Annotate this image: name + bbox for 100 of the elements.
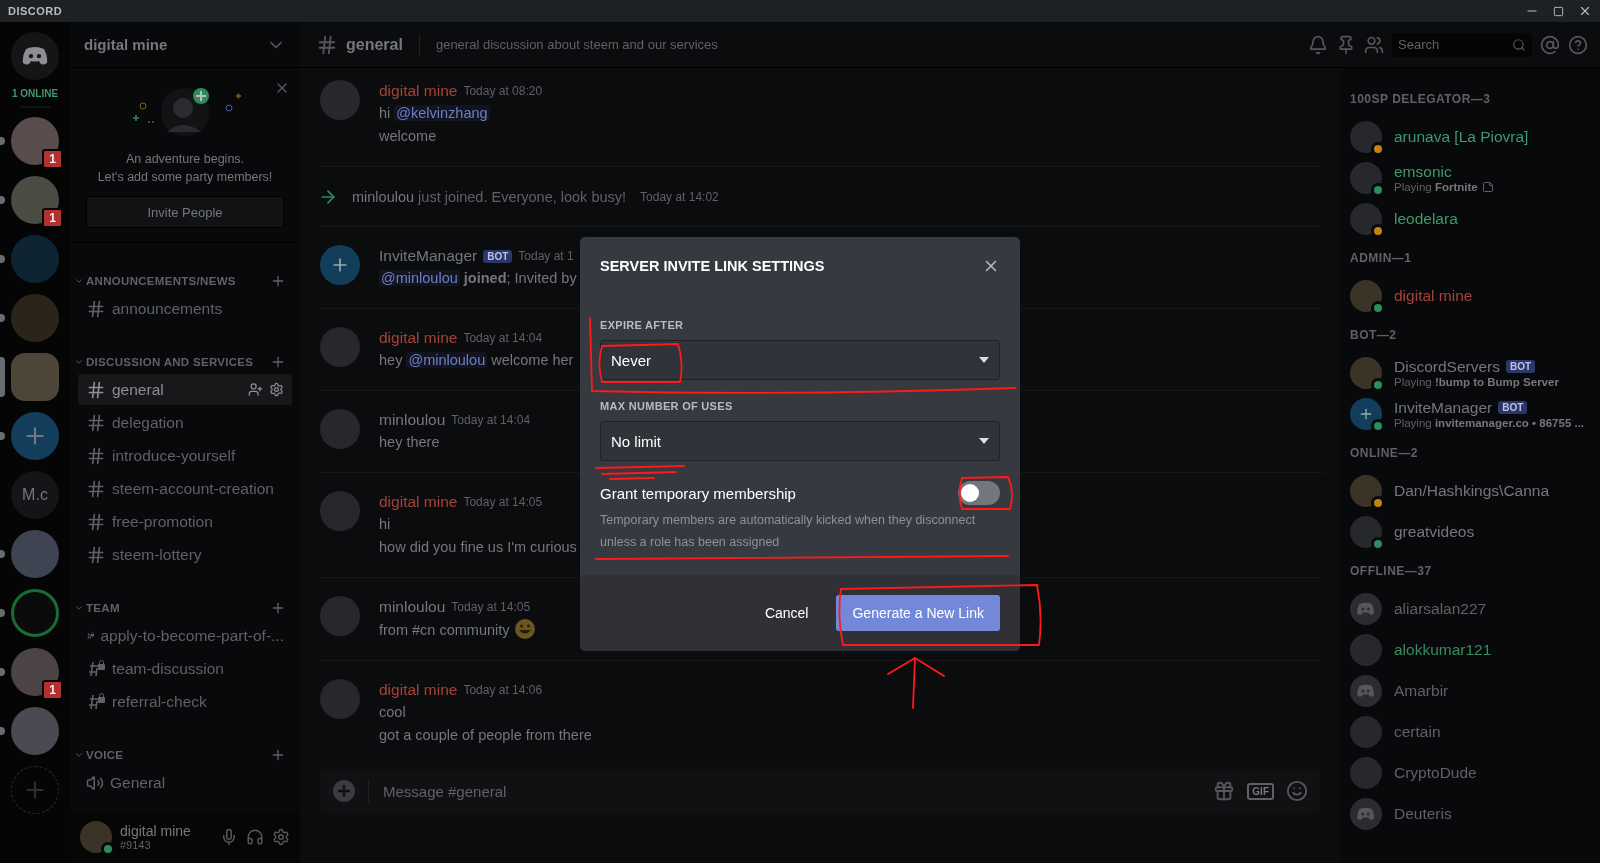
add-channel-icon[interactable] [270, 273, 286, 289]
add-channel-icon[interactable] [270, 354, 286, 370]
mention-icon[interactable] [1540, 34, 1560, 55]
channel-item[interactable]: General [78, 767, 292, 798]
gift-icon[interactable] [1213, 780, 1236, 802]
message-author[interactable]: digital mine [379, 82, 458, 100]
channel-item[interactable]: introduce-yourself [78, 440, 292, 471]
server-icon[interactable] [11, 589, 59, 637]
photo-placeholder [1350, 715, 1382, 748]
search-field[interactable]: Search [1392, 32, 1532, 57]
channel-item[interactable]: team-discussion [78, 653, 292, 684]
member-name[interactable]: leodelara [1394, 209, 1458, 228]
message-text: @minloulou joined; Invited by [379, 269, 577, 288]
message-input[interactable]: Message #general [368, 779, 1202, 803]
gif-button[interactable]: GIF [1247, 782, 1274, 800]
server-name[interactable]: digital mine [84, 36, 168, 53]
member-name[interactable]: digital mine [1394, 286, 1473, 305]
member-name[interactable]: emsonic [1394, 162, 1452, 181]
channel-item[interactable]: steem-lottery [78, 539, 292, 570]
server-icon[interactable]: M.c [11, 471, 59, 519]
close-icon[interactable] [1578, 4, 1592, 18]
channel-item[interactable]: delegation [78, 407, 292, 438]
member-name[interactable]: InviteManager [1394, 398, 1493, 417]
server-icon[interactable] [11, 648, 59, 696]
dropdown-select[interactable]: No limit [600, 421, 1000, 461]
server-icon[interactable] [11, 353, 59, 401]
hash-icon [86, 412, 106, 433]
mention-count: 1 [42, 680, 63, 700]
server-icon[interactable] [11, 707, 59, 755]
message-text: hey @minloulou welcome her [379, 351, 574, 370]
member-name[interactable]: greatvideos [1394, 522, 1475, 541]
membership-toggle[interactable] [958, 481, 1000, 505]
photo-placeholder [320, 327, 360, 367]
invite-people-button[interactable]: Invite People [86, 196, 284, 228]
locked-hash-icon [86, 691, 106, 712]
server-icon[interactable] [11, 412, 59, 460]
member-name[interactable]: Amarbir [1394, 681, 1449, 700]
server-icon[interactable] [11, 530, 59, 578]
channel-item[interactable]: apply-to-become-part-of-... [78, 620, 292, 651]
server-icon[interactable] [11, 176, 59, 224]
message-author[interactable]: minloulou [379, 411, 446, 429]
message-author[interactable]: InviteManager [379, 247, 478, 265]
add-channel-icon[interactable] [270, 747, 286, 763]
hash-icon [86, 379, 106, 400]
chevron-down-icon[interactable] [74, 276, 84, 286]
headphones-icon[interactable] [246, 828, 264, 846]
message-author[interactable]: digital mine [379, 681, 458, 699]
bell-icon[interactable] [1308, 34, 1328, 55]
home-button[interactable] [11, 32, 59, 80]
settings-icon[interactable] [269, 382, 284, 397]
chevron-down-icon[interactable] [74, 357, 84, 367]
mention-link[interactable]: @minloulou [379, 270, 460, 286]
channel-item[interactable]: referral-check [78, 686, 292, 717]
settings-icon[interactable] [272, 828, 290, 846]
channel-item[interactable]: steem-account-creation [78, 473, 292, 504]
maximize-icon[interactable] [1553, 5, 1564, 17]
chevron-down-icon[interactable] [74, 603, 84, 613]
category-name[interactable]: DISCUSSION AND SERVICES [86, 356, 270, 368]
emoji-icon[interactable] [1286, 780, 1308, 802]
add-channel-icon[interactable] [270, 600, 286, 616]
help-icon[interactable] [1568, 34, 1588, 55]
server-icon[interactable] [11, 117, 59, 165]
category-name[interactable]: VOICE [86, 749, 270, 761]
message-author[interactable]: digital mine [379, 329, 458, 347]
member-name[interactable]: alokkumar121 [1394, 640, 1492, 659]
category-name[interactable]: ANNOUNCEMENTS/NEWS [86, 275, 270, 287]
member-name[interactable]: CryptoDude [1394, 763, 1477, 782]
chevron-down-icon[interactable] [74, 750, 84, 760]
invite-icon[interactable] [248, 382, 263, 397]
category-name[interactable]: TEAM [86, 602, 270, 614]
mention-link[interactable]: @kelvinzhang [394, 105, 490, 121]
channel-item[interactable]: announcements [78, 293, 292, 324]
member-activity: Playing !bump to Bump Server [1394, 375, 1559, 388]
member-name[interactable]: aliarsalan227 [1394, 599, 1487, 618]
member-name[interactable]: Deuteris [1394, 804, 1452, 823]
add-icon[interactable] [332, 779, 356, 803]
channel-item[interactable]: free-promotion [78, 506, 292, 537]
mention-link[interactable]: @minloulou [406, 352, 488, 368]
game-controller-icon [21, 45, 49, 67]
pin-icon[interactable] [1336, 34, 1356, 55]
member-name[interactable]: Dan/Hashkings\Canna [1394, 481, 1550, 500]
message-text: from #cn community [379, 618, 536, 642]
member-name[interactable]: certain [1394, 722, 1441, 741]
photo-placeholder [1350, 633, 1382, 666]
cancel-button[interactable]: Cancel [750, 595, 823, 631]
field-label: EXPIRE AFTER [600, 319, 685, 331]
member-name[interactable]: DiscordServers [1394, 357, 1500, 376]
message-composer[interactable]: Message #general GIF [320, 769, 1320, 813]
search-icon [1512, 37, 1526, 52]
microphone-icon[interactable] [220, 828, 238, 846]
generate-link-button[interactable]: Generate a New Link [836, 595, 1000, 631]
caret-down-icon [979, 357, 989, 363]
channel-item[interactable]: general [78, 374, 292, 405]
dropdown-select[interactable]: Never [600, 340, 1000, 380]
members-icon[interactable] [1364, 34, 1384, 55]
status-dot [101, 842, 115, 856]
avatar-image [1350, 474, 1382, 507]
member-name[interactable]: arunava [La Piovra] [1394, 127, 1529, 146]
message-author[interactable]: minloulou [379, 598, 446, 616]
message-author[interactable]: digital mine [379, 493, 458, 511]
